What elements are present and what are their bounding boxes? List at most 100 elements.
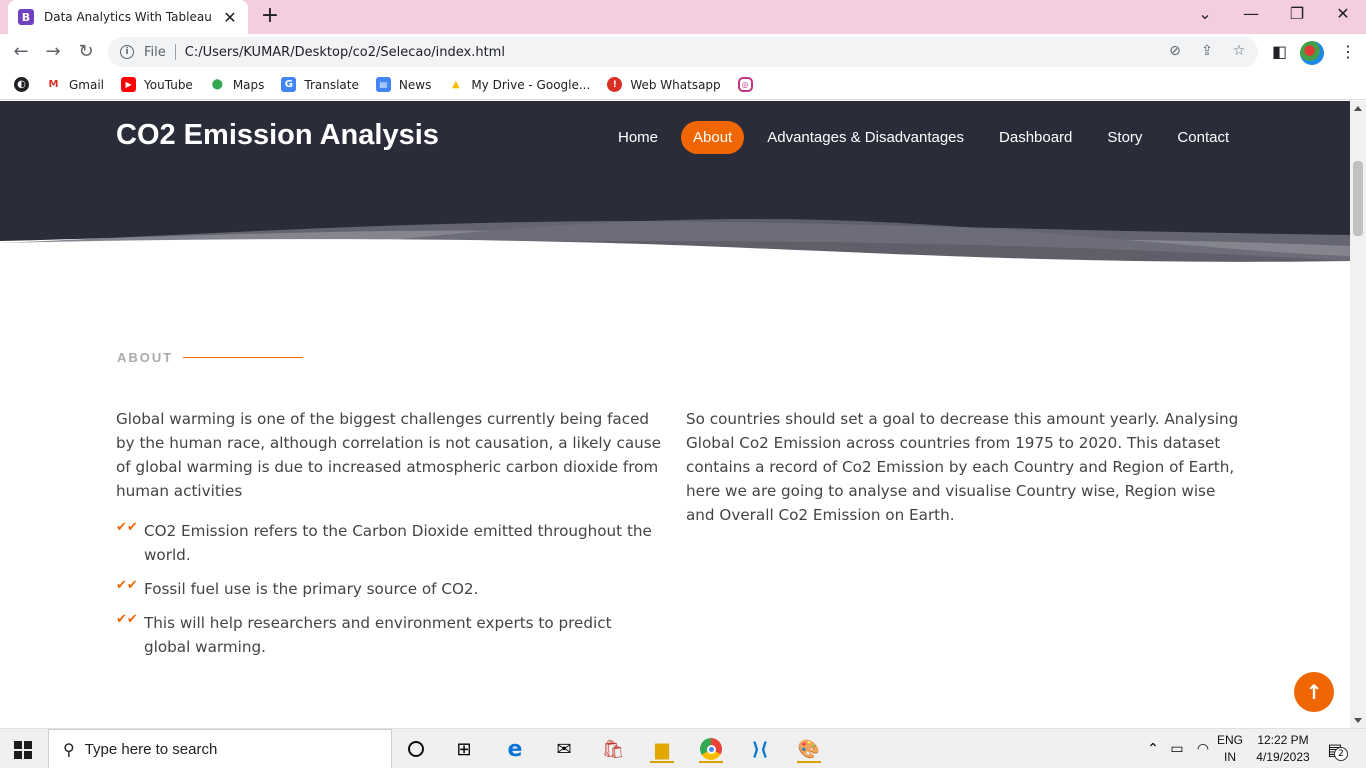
bootstrap-favicon-icon: B [18, 9, 34, 25]
mail-icon[interactable]: ✉ [549, 735, 579, 763]
search-icon: ⚲ [63, 739, 75, 759]
chrome-menu-icon[interactable]: ⋮ [1340, 42, 1356, 61]
list-item: ✔✔ This will help researchers and enviro… [116, 611, 661, 659]
scheme-label: File [144, 44, 166, 60]
url-text[interactable]: C:/Users/KUMAR/Desktop/co2/Selecao/index… [185, 45, 505, 60]
bookmark-label: YouTube [144, 77, 193, 92]
profile-avatar[interactable] [1300, 41, 1324, 65]
scroll-up-arrow-icon[interactable] [1354, 106, 1362, 111]
section-title: ABOUT [117, 350, 304, 365]
about-points-list: ✔✔ CO2 Emission refers to the Carbon Dio… [116, 519, 661, 659]
nav-story[interactable]: Story [1095, 121, 1154, 154]
back-arrow-icon[interactable]: ← [10, 41, 32, 63]
side-panel-icon[interactable]: ◧ [1272, 42, 1287, 61]
double-check-icon: ✔✔ [116, 520, 138, 535]
nav-contact[interactable]: Contact [1165, 121, 1241, 154]
bookmark-gmail[interactable]: M Gmail [46, 77, 105, 92]
section-title-text: ABOUT [117, 350, 174, 365]
back-to-top-button[interactable]: ↑ [1294, 672, 1334, 712]
point-text: CO2 Emission refers to the Carbon Dioxid… [144, 522, 652, 564]
info-icon[interactable]: i [120, 45, 134, 59]
edge-icon[interactable]: e [500, 735, 530, 763]
bookmark-maps[interactable]: ⬤ Maps [210, 77, 265, 92]
bookmark-label: Maps [232, 77, 265, 92]
youtube-icon: ▶ [121, 77, 137, 92]
globe-icon[interactable]: ◐ [14, 77, 29, 92]
bookmark-label: Translate [304, 77, 359, 92]
list-item: ✔✔ Fossil fuel use is the primary source… [116, 577, 661, 601]
new-tab-button[interactable]: + [258, 5, 282, 29]
clock-time[interactable]: 12:22 PM [1250, 733, 1316, 747]
store-icon[interactable]: 🛍 [598, 735, 628, 763]
bookmark-drive[interactable]: ▲ My Drive - Google... [448, 77, 590, 92]
bookmark-label: Gmail [69, 77, 105, 92]
page-scrollbar[interactable] [1350, 101, 1366, 728]
forward-arrow-icon[interactable]: → [42, 41, 64, 63]
bookmark-youtube[interactable]: ▶ YouTube [121, 77, 193, 92]
share-icon[interactable]: ⇪ [1198, 43, 1216, 59]
bookmark-whatsapp[interactable]: ! Web Whatsapp [607, 77, 721, 92]
file-explorer-icon[interactable]: ▆ [647, 735, 677, 763]
close-window-button[interactable]: ✕ [1320, 4, 1366, 23]
notification-icon[interactable]: ▤ 2 [1320, 735, 1350, 763]
bookmark-news[interactable]: ▤ News [375, 77, 432, 92]
section-title-underline [183, 357, 304, 358]
arrow-up-icon: ↑ [1305, 680, 1323, 704]
task-view-icon[interactable]: ⊞ [449, 735, 479, 763]
point-text: This will help researchers and environme… [144, 614, 612, 656]
language-indicator[interactable]: ENG [1212, 733, 1248, 747]
page-viewport: CO2 Emission Analysis Home About Advanta… [0, 101, 1350, 728]
tab-title: Data Analytics With Tableau [44, 10, 212, 24]
search-placeholder: Type here to search [84, 740, 218, 758]
bookmark-label: My Drive - Google... [471, 77, 591, 92]
close-tab-icon[interactable]: ✕ [222, 8, 238, 27]
nav-home[interactable]: Home [606, 121, 670, 154]
site-brand[interactable]: CO2 Emission Analysis [116, 119, 439, 152]
nav-about[interactable]: About [681, 121, 745, 154]
instagram-icon[interactable]: ◎ [737, 77, 753, 92]
notification-badge: 2 [1334, 747, 1348, 761]
about-intro-paragraph: Global warming is one of the biggest cha… [116, 410, 662, 500]
gmail-icon: M [48, 79, 59, 90]
main-nav: Home About Advantages & Disadvantages Da… [606, 121, 1252, 154]
about-right-column: So countries should set a goal to decrea… [686, 407, 1241, 527]
browser-toolbar: ← → ↻ i File C:/Users/KUMAR/Desktop/co2/… [0, 34, 1366, 70]
address-bar[interactable]: i File C:/Users/KUMAR/Desktop/co2/Seleca… [108, 37, 1258, 67]
minimize-button[interactable]: — [1228, 4, 1274, 23]
double-check-icon: ✔✔ [116, 578, 138, 593]
omnibox-divider [174, 44, 176, 60]
bookmark-star-icon[interactable]: ☆ [1230, 43, 1248, 59]
double-check-icon: ✔✔ [116, 612, 138, 627]
whatsapp-icon: ! [607, 77, 623, 92]
cortana-icon[interactable] [401, 735, 431, 763]
taskbar-search-box[interactable]: ⚲ Type here to search [48, 729, 392, 768]
bookmarks-bar: ◐ M Gmail ▶ YouTube ⬤ Maps G Translate ▤… [0, 70, 1366, 100]
paint-icon[interactable]: 🎨 [794, 735, 824, 763]
bookmark-label: Web Whatsapp [630, 77, 721, 92]
eye-off-icon[interactable]: ⊘ [1166, 43, 1184, 59]
scroll-down-arrow-icon[interactable] [1354, 718, 1362, 723]
browser-tab[interactable]: B Data Analytics With Tableau ✕ [8, 0, 248, 34]
browser-tab-strip: B Data Analytics With Tableau ✕ + ⌄ — ❐ … [0, 0, 1366, 34]
vscode-icon[interactable]: ⟩⟨ [745, 735, 775, 763]
point-text: Fossil fuel use is the primary source of… [144, 580, 479, 598]
nav-dashboard[interactable]: Dashboard [987, 121, 1084, 154]
reload-icon[interactable]: ↻ [75, 41, 97, 63]
clock-date[interactable]: 4/19/2023 [1250, 750, 1316, 764]
drive-icon: ▲ [451, 79, 460, 90]
scroll-thumb[interactable] [1353, 161, 1363, 236]
region-indicator[interactable]: IN [1212, 750, 1248, 764]
bookmark-translate[interactable]: G Translate [281, 77, 359, 92]
about-left-column: Global warming is one of the biggest cha… [116, 407, 661, 669]
chrome-icon[interactable] [696, 735, 726, 763]
nav-advantages-disadvantages[interactable]: Advantages & Disadvantages [755, 121, 976, 154]
windows-taskbar: ⚲ Type here to search ⊞ e ✉ 🛍 ▆ ⟩⟨ 🎨 ⌃ ▭… [0, 728, 1366, 768]
bookmark-label: News [398, 77, 432, 92]
about-detail-paragraph: So countries should set a goal to decrea… [686, 410, 1239, 524]
news-icon: ▤ [375, 77, 391, 92]
hero-header: CO2 Emission Analysis Home About Advanta… [0, 101, 1350, 276]
maps-icon: ⬤ [211, 79, 223, 90]
restore-button[interactable]: ❐ [1274, 4, 1320, 23]
windows-start-icon[interactable] [14, 741, 32, 759]
tab-search-chevron-icon[interactable]: ⌄ [1182, 4, 1228, 23]
